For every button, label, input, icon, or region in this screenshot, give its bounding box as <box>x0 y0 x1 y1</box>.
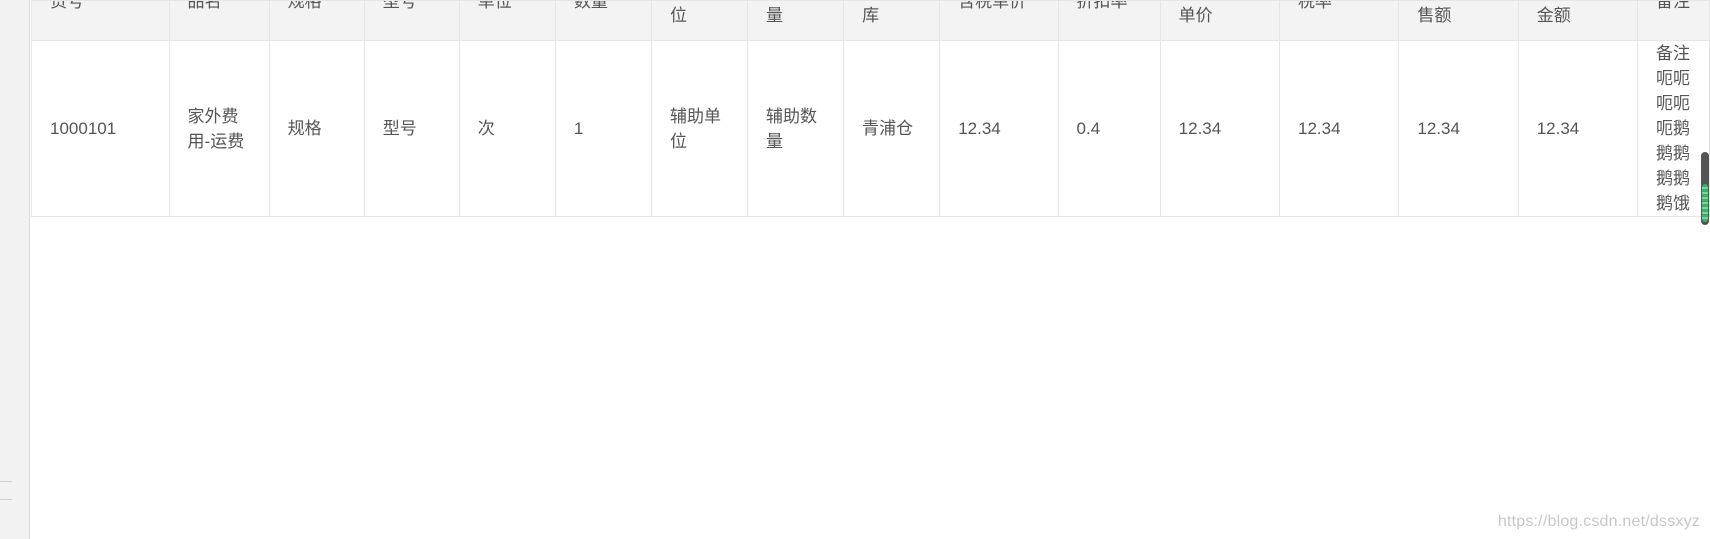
cell-aux-quantity: 辅助数量 <box>747 40 845 217</box>
cell-aux-unit: 辅助单位 <box>650 40 749 217</box>
left-panel-strip <box>0 0 30 539</box>
header-unit[interactable]: 单位 <box>458 0 556 41</box>
cell-unit-price: 12.34 <box>1159 40 1281 217</box>
header-aux-quantity[interactable]: 量 <box>747 0 845 41</box>
cell-remark: 备注呃呃呃呃呃鹅鹅鹅鹅鹅鹅饿 <box>1637 40 1710 217</box>
cell-product-name: 家外费用-运费 <box>168 40 270 217</box>
header-sales-amount[interactable]: 售额 <box>1398 0 1519 41</box>
header-spec[interactable]: 规格 <box>268 0 365 41</box>
cell-amount: 12.34 <box>1517 40 1639 217</box>
cell-sales-amount: 12.34 <box>1398 40 1519 217</box>
header-model[interactable]: 型号 <box>363 0 460 41</box>
cell-tax-incl-unit-price: 12.34 <box>939 40 1059 217</box>
header-remark[interactable]: 备注 <box>1637 0 1710 41</box>
header-discount-rate[interactable]: 折扣率 <box>1057 0 1161 41</box>
header-aux-unit[interactable]: 位 <box>650 0 749 41</box>
header-tax-incl-unit-price[interactable]: 含税单价 <box>939 0 1059 41</box>
header-warehouse[interactable]: 库 <box>843 0 941 41</box>
cell-unit: 次 <box>458 40 556 217</box>
header-amount[interactable]: 金额 <box>1517 0 1639 41</box>
order-items-table: 货号 品名 规格 型号 单位 数量 位 量 库 含税单价 折扣率 单价 税率 售… <box>31 0 1710 217</box>
divider <box>0 481 12 482</box>
cell-warehouse: 青浦仓 <box>843 40 941 217</box>
vertical-scrollbar[interactable] <box>1701 152 1709 225</box>
cell-spec: 规格 <box>268 40 365 217</box>
header-product-name[interactable]: 品名 <box>168 0 270 41</box>
header-quantity[interactable]: 数量 <box>554 0 652 41</box>
divider <box>0 499 12 500</box>
table-row[interactable]: 1000101 家外费用-运费 规格 型号 次 1 辅助单位 辅助数量 青浦仓 … <box>31 40 1710 217</box>
header-unit-price[interactable]: 单价 <box>1159 0 1281 41</box>
cell-model: 型号 <box>363 40 460 217</box>
cell-quantity: 1 <box>554 40 652 217</box>
header-item-number[interactable]: 货号 <box>31 0 170 41</box>
cell-item-number: 1000101 <box>31 40 170 217</box>
table-header-row: 货号 品名 规格 型号 单位 数量 位 量 库 含税单价 折扣率 单价 税率 售… <box>31 0 1710 41</box>
cell-tax-rate: 12.34 <box>1279 40 1400 217</box>
watermark: https://blog.csdn.net/dssxyz <box>1497 513 1700 530</box>
scrollbar-thumb-grip[interactable] <box>1702 184 1708 222</box>
header-tax-rate[interactable]: 税率 <box>1279 0 1400 41</box>
cell-discount-rate: 0.4 <box>1057 40 1161 217</box>
